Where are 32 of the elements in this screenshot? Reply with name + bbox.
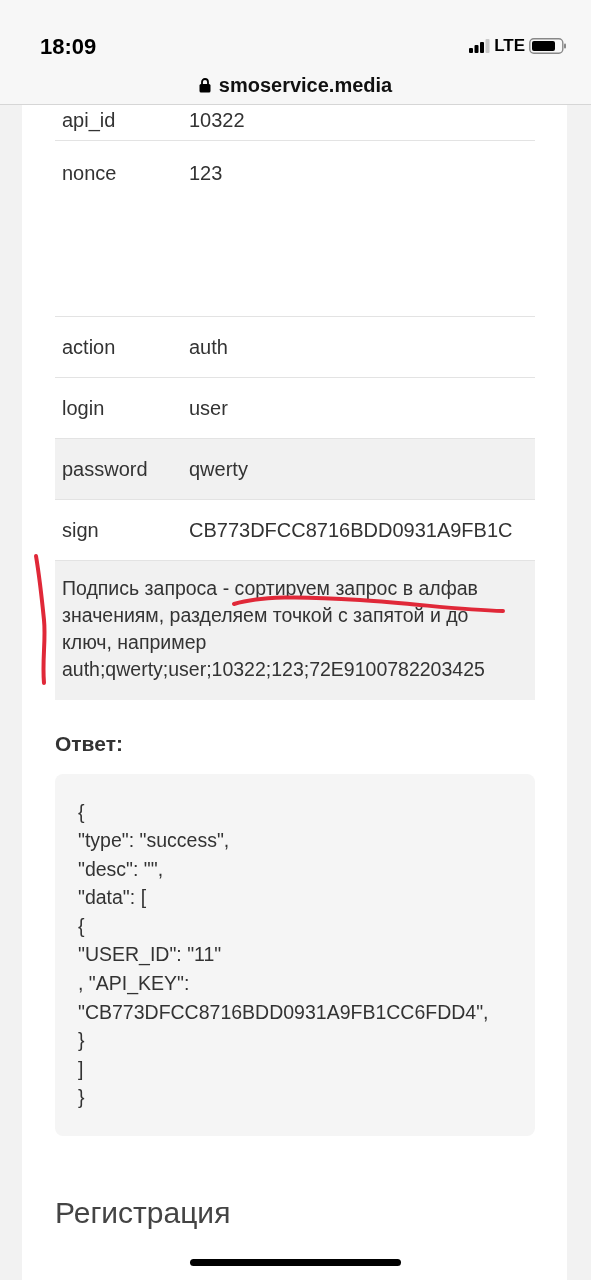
param-name: api_id	[61, 108, 117, 134]
signal-icon	[469, 39, 491, 53]
param-value: 10322	[189, 109, 245, 131]
network-label: LTE	[494, 35, 525, 58]
param-name: sign	[61, 518, 100, 543]
param-name: nonce	[61, 161, 118, 186]
section-heading: Ответ:	[55, 731, 124, 757]
address-bar-url[interactable]: smoservice.media	[218, 70, 393, 100]
code-line: , "API_KEY":	[78, 971, 190, 997]
code-line: ]	[78, 1056, 84, 1082]
code-line: }	[78, 1028, 85, 1054]
code-line: "desc": "",	[78, 856, 164, 882]
param-value: user	[189, 397, 228, 419]
param-value: 123	[189, 162, 223, 184]
code-line: "type": "success",	[78, 828, 230, 854]
param-value: CB773DFCC8716BDD0931A9FB1C	[189, 519, 513, 541]
param-value: qwerty	[189, 458, 248, 480]
code-line: "USER_ID": "11"	[78, 942, 222, 968]
param-name: login	[61, 396, 106, 421]
code-line: "CB773DFCC8716BDD0931A9FB1CC6FDD4",	[78, 999, 489, 1025]
code-line: {	[78, 799, 85, 825]
code-line: {	[78, 913, 85, 939]
battery-icon	[529, 38, 567, 54]
section-heading: Регистрация	[55, 1195, 232, 1232]
param-value: auth	[189, 336, 228, 358]
description-text: Подпись запроса - сортируем запрос в алфав значениям, разделяем точкой с запятой и до ключ, например auth;qwerty;user;10322;123;72E9100782203425	[62, 576, 485, 682]
param-name: action	[61, 335, 117, 360]
lock-icon	[198, 77, 211, 93]
status-time: 18:09	[40, 32, 97, 61]
code-line: "data": [	[78, 885, 147, 911]
code-line: }	[78, 1085, 85, 1111]
param-name: password	[61, 457, 149, 482]
